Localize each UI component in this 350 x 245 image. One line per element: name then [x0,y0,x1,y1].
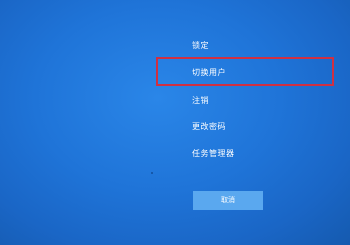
cancel-button[interactable]: 取消 [193,191,263,210]
task-manager-option[interactable]: 任务管理器 [192,149,235,159]
sign-out-option[interactable]: 注销 [192,96,209,106]
security-options-screen: 锁定 切换用户 注销 更改密码 任务管理器 取消 [0,0,350,245]
change-password-option[interactable]: 更改密码 [192,122,226,132]
lock-option[interactable]: 锁定 [192,41,209,51]
highlight-box [156,57,334,86]
screen-speck [151,172,153,174]
